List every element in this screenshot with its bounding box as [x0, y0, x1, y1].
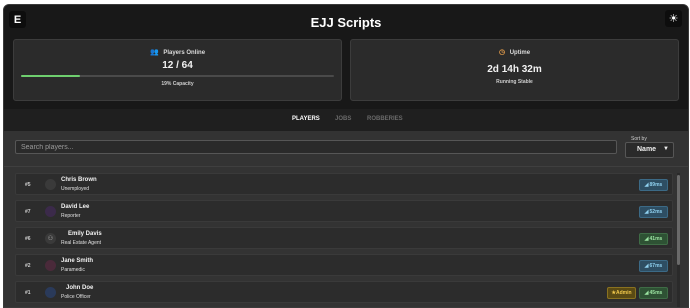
app-window: E EJJ Scripts ☀ 👥 Players Online 12 / 64… [3, 4, 689, 308]
ping-badge: ◢ 52ms [639, 206, 668, 218]
sort-value: Name [637, 146, 657, 153]
ping-value: 52ms [649, 209, 663, 215]
scrollbar[interactable] [677, 173, 680, 307]
signal-icon: ◢ [644, 263, 649, 269]
player-job: Reporter [61, 213, 81, 219]
player-rank: #6 [25, 236, 31, 242]
capacity-progress-bar [21, 75, 334, 77]
capacity-text: 19% Capacity [161, 81, 194, 87]
player-row[interactable]: #7 David Lee Reporter ◢ 52ms [15, 200, 673, 222]
player-name: David Lee [61, 204, 90, 210]
sun-icon: ☀ [668, 13, 679, 25]
player-job: Paramedic [61, 267, 85, 273]
avatar [45, 287, 56, 298]
player-name: John Doe [66, 285, 94, 291]
signal-icon: ◢ [644, 290, 649, 296]
avatar [45, 179, 56, 190]
user-avatar-icon: ⚇ [45, 233, 56, 244]
players-online-label: Players Online [163, 50, 206, 56]
tab-players[interactable]: PLAYERS [292, 116, 320, 122]
player-job: Unemployed [61, 186, 90, 192]
player-row[interactable]: #6 ⚇ Emily Davis Real Estate Agent ◢ 41m… [15, 227, 673, 249]
divider [4, 166, 688, 167]
ping-badge: ◢ 45ms [639, 287, 668, 299]
player-job: Real Estate Agent [61, 240, 102, 246]
player-row[interactable]: #5 Chris Brown Unemployed ◢ 89ms [15, 173, 673, 195]
avatar [45, 260, 56, 271]
ping-value: 45ms [649, 290, 663, 296]
scrollbar-thumb[interactable] [677, 175, 680, 265]
ping-value: 67ms [649, 263, 663, 269]
header: E EJJ Scripts ☀ 👥 Players Online 12 / 64… [4, 5, 688, 109]
player-name: Emily Davis [68, 231, 102, 237]
players-online-value: 12 / 64 [162, 60, 193, 71]
signal-icon: ◢ [644, 236, 649, 242]
uptime-label: Uptime [509, 50, 531, 56]
admin-label: Admin [615, 290, 632, 296]
uptime-header: ◷ Uptime [351, 48, 678, 56]
uptime-card: ◷ Uptime 2d 14h 32m Running Stable [350, 39, 679, 101]
clock-icon: ◷ [498, 49, 506, 56]
ping-value: 41ms [649, 236, 663, 242]
uptime-status: Running Stable [496, 79, 533, 85]
page-title: EJJ Scripts [310, 15, 382, 30]
ping-value: 89ms [649, 182, 663, 188]
tab-robberies[interactable]: ROBBERIES [367, 116, 403, 122]
player-rank: #2 [25, 263, 31, 269]
tab-bar: PLAYERS JOBS ROBBERIES [4, 109, 688, 131]
player-name: Jane Smith [61, 258, 94, 264]
sort-dropdown[interactable]: Name ▼ [625, 142, 674, 158]
player-name: Chris Brown [61, 177, 97, 183]
uptime-value: 2d 14h 32m [487, 64, 542, 75]
signal-icon: ◢ [644, 182, 649, 188]
players-online-header: 👥 Players Online [14, 48, 341, 56]
player-row[interactable]: #1 John Doe Police Officer ★ Admin ◢ 45m… [15, 281, 673, 303]
search-input[interactable] [15, 140, 617, 154]
player-rank: #1 [25, 290, 31, 296]
ping-badge: ◢ 41ms [639, 233, 668, 245]
player-row[interactable]: #2 Jane Smith Paramedic ◢ 67ms [15, 254, 673, 276]
capacity-progress-fill [21, 75, 81, 77]
signal-icon: ◢ [644, 209, 649, 215]
users-icon: 👥 [149, 49, 159, 56]
tab-jobs[interactable]: JOBS [335, 116, 351, 122]
players-panel: Sort by Name ▼ #5 Chris Brown Unemployed… [4, 131, 688, 307]
theme-toggle-button[interactable]: ☀ [665, 10, 682, 27]
players-online-card: 👥 Players Online 12 / 64 19% Capacity [13, 39, 342, 101]
player-job: Police Officer [61, 294, 91, 300]
chevron-down-icon: ▼ [663, 146, 669, 152]
player-rank: #7 [25, 209, 31, 215]
player-list: #5 Chris Brown Unemployed ◢ 89ms #7 Davi… [15, 173, 673, 307]
admin-badge: ★ Admin [607, 287, 636, 299]
player-rank: #5 [25, 182, 31, 188]
avatar [45, 206, 56, 217]
ping-badge: ◢ 67ms [639, 260, 668, 272]
ping-badge: ◢ 89ms [639, 179, 668, 191]
